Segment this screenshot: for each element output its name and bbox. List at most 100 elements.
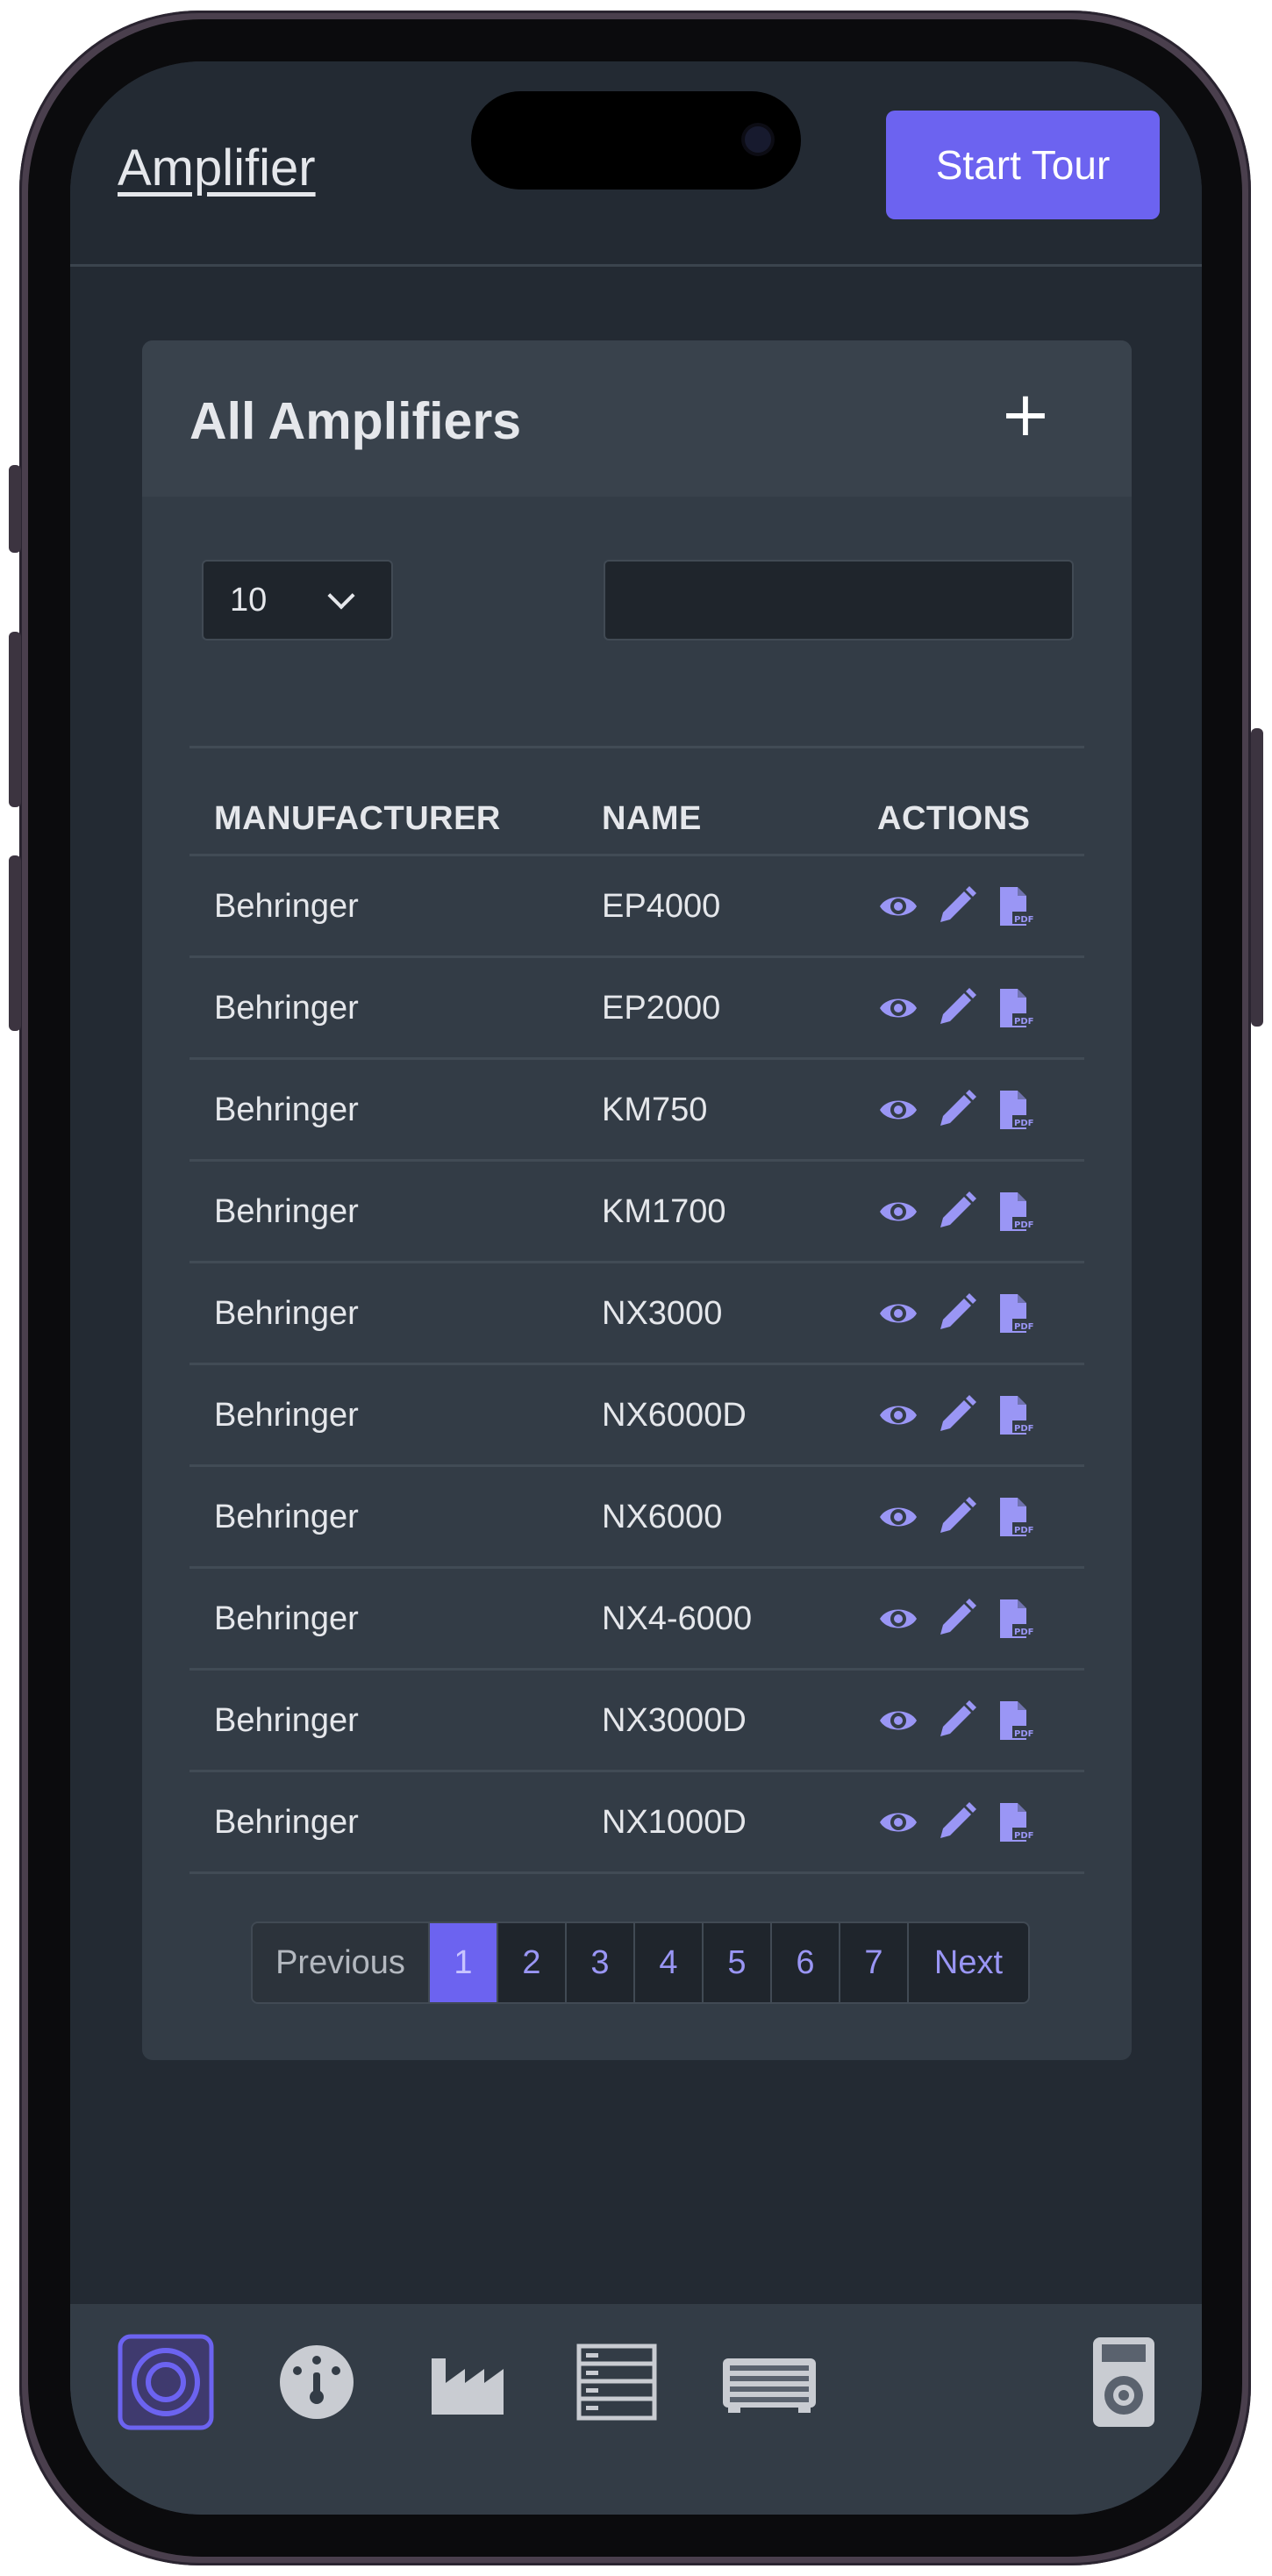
table-row: Behringer NX6000 PDF bbox=[189, 1467, 1084, 1569]
search-input[interactable] bbox=[604, 560, 1074, 640]
svg-text:PDF: PDF bbox=[1014, 1831, 1033, 1841]
pdf-file-icon[interactable]: PDF bbox=[993, 1394, 1035, 1436]
speaker-icon[interactable] bbox=[118, 2334, 214, 2430]
row-actions: PDF bbox=[877, 1697, 1035, 1744]
svg-text:PDF: PDF bbox=[1014, 1526, 1033, 1535]
previous-page-button[interactable]: Previous bbox=[253, 1923, 428, 2002]
action-button bbox=[9, 465, 21, 553]
row-actions: PDF bbox=[877, 984, 1035, 1032]
svg-text:PDF: PDF bbox=[1014, 1729, 1033, 1739]
column-header-manufacturer[interactable]: MANUFACTURER bbox=[214, 800, 501, 838]
view-eye-icon[interactable] bbox=[877, 885, 919, 927]
bottom-nav bbox=[70, 2304, 1202, 2515]
pdf-file-icon[interactable]: PDF bbox=[993, 1699, 1035, 1742]
svg-text:PDF: PDF bbox=[1014, 1628, 1033, 1637]
name-cell: EP4000 bbox=[602, 888, 721, 925]
name-cell: NX6000 bbox=[602, 1499, 723, 1535]
next-page-button[interactable]: Next bbox=[907, 1923, 1028, 2002]
pdf-file-icon[interactable]: PDF bbox=[993, 1191, 1035, 1233]
row-actions: PDF bbox=[877, 1493, 1035, 1541]
amplifiers-table: MANUFACTURER NAME ACTIONS Behringer EP400… bbox=[189, 769, 1084, 1874]
manufacturer-cell: Behringer bbox=[214, 1193, 359, 1230]
name-cell: EP2000 bbox=[602, 990, 721, 1027]
manufacturer-cell: Behringer bbox=[214, 888, 359, 925]
edit-pencil-icon[interactable] bbox=[935, 885, 977, 927]
edit-pencil-icon[interactable] bbox=[935, 1496, 977, 1538]
divider bbox=[189, 746, 1084, 748]
rack-icon[interactable] bbox=[568, 2334, 665, 2430]
amplifiers-card: All Amplifiers + 10 MANUFACTURER NAME AC… bbox=[142, 340, 1132, 2060]
name-cell: NX6000D bbox=[602, 1397, 747, 1434]
view-eye-icon[interactable] bbox=[877, 1089, 919, 1131]
top-bar: Amplifier Start Tour bbox=[70, 61, 1202, 267]
speaker-cabinet-icon[interactable] bbox=[1075, 2334, 1172, 2430]
row-actions: PDF bbox=[877, 1799, 1035, 1846]
row-actions: PDF bbox=[877, 883, 1035, 930]
column-header-name[interactable]: NAME bbox=[602, 800, 702, 838]
gauge-icon[interactable] bbox=[268, 2334, 365, 2430]
factory-icon[interactable] bbox=[419, 2334, 516, 2430]
plus-icon[interactable]: + bbox=[995, 383, 1056, 447]
view-eye-icon[interactable] bbox=[877, 1598, 919, 1640]
name-cell: KM1700 bbox=[602, 1193, 726, 1230]
view-eye-icon[interactable] bbox=[877, 1496, 919, 1538]
pdf-file-icon[interactable]: PDF bbox=[993, 1496, 1035, 1538]
manufacturer-cell: Behringer bbox=[214, 1702, 359, 1739]
view-eye-icon[interactable] bbox=[877, 1394, 919, 1436]
name-cell: NX1000D bbox=[602, 1804, 747, 1841]
edit-pencil-icon[interactable] bbox=[935, 1801, 977, 1843]
view-eye-icon[interactable] bbox=[877, 1191, 919, 1233]
edit-pencil-icon[interactable] bbox=[935, 1292, 977, 1335]
pdf-file-icon[interactable]: PDF bbox=[993, 1089, 1035, 1131]
view-eye-icon[interactable] bbox=[877, 1801, 919, 1843]
amplifier-head-icon[interactable] bbox=[716, 2334, 823, 2430]
pagination: Previous 1 2 3 4 5 6 7 Next bbox=[251, 1921, 1030, 2004]
view-eye-icon[interactable] bbox=[877, 1699, 919, 1742]
page-1-button[interactable]: 1 bbox=[428, 1923, 497, 2002]
page-4-button[interactable]: 4 bbox=[633, 1923, 702, 2002]
row-actions: PDF bbox=[877, 1188, 1035, 1235]
edit-pencil-icon[interactable] bbox=[935, 1089, 977, 1131]
dynamic-island bbox=[471, 91, 801, 190]
page-5-button[interactable]: 5 bbox=[702, 1923, 770, 2002]
pdf-file-icon[interactable]: PDF bbox=[993, 1598, 1035, 1640]
start-tour-button[interactable]: Start Tour bbox=[886, 111, 1160, 219]
view-eye-icon[interactable] bbox=[877, 1292, 919, 1335]
row-actions: PDF bbox=[877, 1595, 1035, 1642]
table-body: Behringer EP4000 PDF Behringer EP2000 PDF Behr… bbox=[189, 856, 1084, 1874]
pdf-file-icon[interactable]: PDF bbox=[993, 885, 1035, 927]
pdf-file-icon[interactable]: PDF bbox=[993, 987, 1035, 1029]
edit-pencil-icon[interactable] bbox=[935, 1191, 977, 1233]
camera-icon bbox=[745, 126, 771, 153]
row-actions: PDF bbox=[877, 1086, 1035, 1134]
table-row: Behringer KM1700 PDF bbox=[189, 1162, 1084, 1263]
page-2-button[interactable]: 2 bbox=[497, 1923, 565, 2002]
manufacturer-cell: Behringer bbox=[214, 1804, 359, 1841]
column-header-actions: ACTIONS bbox=[877, 800, 1031, 837]
page-size-select[interactable]: 10 bbox=[202, 560, 393, 640]
pdf-file-icon[interactable]: PDF bbox=[993, 1801, 1035, 1843]
manufacturer-cell: Behringer bbox=[214, 1600, 359, 1637]
volume-down-button bbox=[9, 855, 21, 1031]
page-7-button[interactable]: 7 bbox=[839, 1923, 907, 2002]
page-6-button[interactable]: 6 bbox=[770, 1923, 839, 2002]
name-cell: NX4-6000 bbox=[602, 1600, 753, 1637]
edit-pencil-icon[interactable] bbox=[935, 987, 977, 1029]
row-actions: PDF bbox=[877, 1392, 1035, 1439]
edit-pencil-icon[interactable] bbox=[935, 1394, 977, 1436]
svg-text:PDF: PDF bbox=[1014, 1220, 1033, 1230]
power-button bbox=[1251, 728, 1263, 1027]
view-eye-icon[interactable] bbox=[877, 987, 919, 1029]
page-3-button[interactable]: 3 bbox=[565, 1923, 633, 2002]
chevron-down-icon bbox=[327, 582, 355, 610]
pdf-file-icon[interactable]: PDF bbox=[993, 1292, 1035, 1335]
table-row: Behringer NX6000D PDF bbox=[189, 1365, 1084, 1467]
brand-link[interactable]: Amplifier bbox=[118, 139, 316, 197]
svg-text:PDF: PDF bbox=[1014, 1119, 1033, 1128]
edit-pencil-icon[interactable] bbox=[935, 1699, 977, 1742]
edit-pencil-icon[interactable] bbox=[935, 1598, 977, 1640]
manufacturer-cell: Behringer bbox=[214, 990, 359, 1027]
manufacturer-cell: Behringer bbox=[214, 1295, 359, 1332]
card-header: All Amplifiers + bbox=[142, 340, 1132, 497]
table-row: Behringer NX1000D PDF bbox=[189, 1772, 1084, 1874]
